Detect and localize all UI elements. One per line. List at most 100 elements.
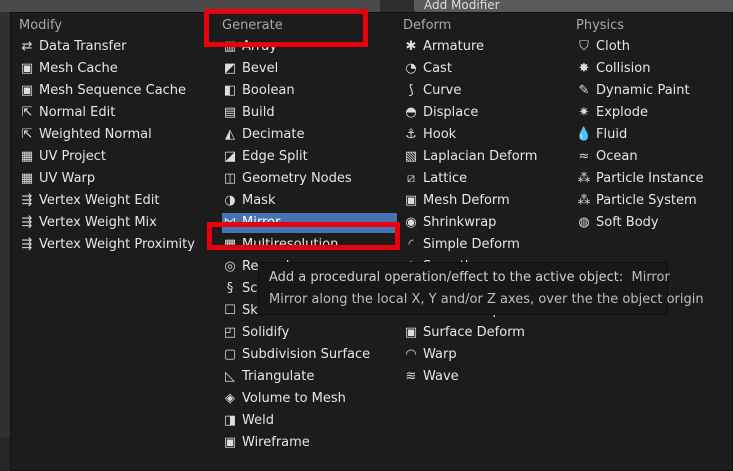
menu-item-label: Shrinkwrap [423, 215, 497, 230]
add-modifier-dropdown[interactable]: Add Modifier [414, 0, 733, 12]
menu-item-label: Wave [423, 369, 459, 384]
menu-item-label: Data Transfer [39, 39, 127, 54]
menu-item-vertex-weight-proximity[interactable]: ⇶ Vertex Weight Proximity [19, 235, 204, 255]
menu-item-label: Solidify [242, 325, 290, 340]
multiresolution-icon: ▦ [223, 237, 237, 252]
array-icon: ▥ [223, 39, 237, 54]
menu-item-simple-deform[interactable]: ◜ Simple Deform [403, 235, 568, 255]
collision-icon: ✸ [578, 61, 590, 76]
shrinkwrap-icon: ◉ [405, 215, 417, 230]
menu-item-data-transfer[interactable]: ⇄ Data Transfer [19, 37, 204, 57]
menu-item-label: Mask [242, 193, 276, 208]
menu-item-ocean[interactable]: ≈ Ocean [576, 147, 726, 167]
menu-item-uv-project[interactable]: ▦ UV Project [19, 147, 204, 167]
cloth-icon: ⛉ [579, 39, 589, 54]
menu-item-fluid[interactable]: 💧 Fluid [576, 125, 726, 145]
vertex-weight-proximity-icon: ⇶ [21, 237, 33, 252]
lattice-icon: ⧄ [406, 171, 416, 186]
menu-item-warp[interactable]: ◠ Warp [403, 345, 568, 365]
particle-system-icon: ⁂ [577, 193, 591, 208]
menu-item-vertex-weight-mix[interactable]: ⇶ Vertex Weight Mix [19, 213, 204, 233]
explode-icon: ✷ [578, 105, 590, 120]
menu-item-edge-split[interactable]: ◪ Edge Split [222, 147, 397, 167]
menu-item-label: Edge Split [242, 149, 308, 164]
menu-item-particle-instance[interactable]: ⁂ Particle Instance [576, 169, 726, 189]
tooltip-detail: Mirror along the local X, Y and/or Z axe… [269, 292, 704, 307]
menu-item-label: Mesh Sequence Cache [39, 83, 187, 98]
menu-item-soft-body[interactable]: ◍ Soft Body [576, 213, 726, 233]
menu-item-label: Vertex Weight Mix [39, 215, 157, 230]
menu-item-build[interactable]: ▤ Build [222, 103, 397, 123]
normal-edit-icon: ⇱ [21, 105, 33, 120]
menu-item-mesh-deform[interactable]: ▣ Mesh Deform [403, 191, 568, 211]
menu-item-normal-edit[interactable]: ⇱ Normal Edit [19, 103, 204, 123]
particle-instance-icon: ⁂ [577, 171, 591, 186]
menu-item-curve[interactable]: ⟆ Curve [403, 81, 568, 101]
menu-item-cloth[interactable]: ⛉ Cloth [576, 37, 726, 57]
menu-item-shrinkwrap[interactable]: ◉ Shrinkwrap [403, 213, 568, 233]
menu-item-label: Subdivision Surface [242, 347, 371, 362]
displace-icon: ◓ [405, 105, 417, 120]
menu-item-geometry-nodes[interactable]: ◫ Geometry Nodes [222, 169, 397, 189]
simple-deform-icon: ◜ [408, 237, 414, 252]
menu-item-wave[interactable]: ≋ Wave [403, 367, 568, 387]
menu-item-mirror[interactable]: ⋈ Mirror [222, 213, 397, 233]
menu-item-label: Hook [423, 127, 457, 142]
column-header-modify: Modify [19, 18, 63, 33]
data-transfer-icon: ⇄ [21, 39, 33, 54]
mirror-tooltip: Add a procedural operation/effect to the… [258, 262, 704, 315]
menu-item-label: Mirror [242, 215, 281, 230]
menu-item-surface-deform[interactable]: ▣ Surface Deform [403, 323, 568, 343]
menu-item-mesh-cache[interactable]: ▣ Mesh Cache [19, 59, 204, 79]
menu-item-mesh-sequence-cache[interactable]: ▣ Mesh Sequence Cache [19, 81, 204, 101]
menu-item-label: UV Warp [39, 171, 96, 186]
menu-item-triangulate[interactable]: ◺ Triangulate [222, 367, 397, 387]
menu-item-label: Vertex Weight Proximity [39, 237, 195, 252]
menu-item-label: Fluid [596, 127, 628, 142]
menu-item-vertex-weight-edit[interactable]: ⇶ Vertex Weight Edit [19, 191, 204, 211]
menu-item-solidify[interactable]: ◰ Solidify [222, 323, 397, 343]
triangulate-icon: ◺ [225, 369, 235, 384]
menu-item-displace[interactable]: ◓ Displace [403, 103, 568, 123]
menu-item-label: Explode [596, 105, 648, 120]
tooltip-description: Add a procedural operation/effect to the… [269, 270, 624, 285]
menu-item-laplacian-deform[interactable]: ▧ Laplacian Deform [403, 147, 568, 167]
menu-item-armature[interactable]: ✱ Armature [403, 37, 568, 57]
menu-item-volume-to-mesh[interactable]: ◈ Volume to Mesh [222, 389, 397, 409]
menu-item-label: Boolean [242, 83, 295, 98]
vertex-weight-edit-icon: ⇶ [21, 193, 33, 208]
menu-item-explode[interactable]: ✷ Explode [576, 103, 726, 123]
menu-item-cast[interactable]: ◔ Cast [403, 59, 568, 79]
wave-icon: ≋ [405, 369, 417, 384]
menu-item-label: Collision [596, 61, 651, 76]
menu-item-particle-system[interactable]: ⁂ Particle System [576, 191, 726, 211]
menu-item-subdivision-surface[interactable]: ▢ Subdivision Surface [222, 345, 397, 365]
menu-item-wireframe[interactable]: ▣ Wireframe [222, 433, 397, 453]
mesh-cache-icon: ▣ [20, 61, 34, 76]
menu-item-decimate[interactable]: ◭ Decimate [222, 125, 397, 145]
menu-item-label: Multiresolution [242, 237, 339, 252]
cast-icon: ◔ [405, 61, 417, 76]
armature-icon: ✱ [405, 39, 417, 54]
menu-item-dynamic-paint[interactable]: ✎ Dynamic Paint [576, 81, 726, 101]
menu-item-weld[interactable]: ◨ Weld [222, 411, 397, 431]
menu-item-collision[interactable]: ✸ Collision [576, 59, 726, 79]
menu-item-label: Dynamic Paint [596, 83, 690, 98]
menu-item-multiresolution[interactable]: ▦ Multiresolution [222, 235, 397, 255]
menu-item-boolean[interactable]: ◧ Boolean [222, 81, 397, 101]
mask-icon: ◑ [224, 193, 236, 208]
menu-item-mask[interactable]: ◑ Mask [222, 191, 397, 211]
menu-item-hook[interactable]: ⚓ Hook [403, 125, 568, 145]
menu-item-weighted-normal[interactable]: ⇱ Weighted Normal [19, 125, 204, 145]
menu-item-uv-warp[interactable]: ▦ UV Warp [19, 169, 204, 189]
menu-item-lattice[interactable]: ⧄ Lattice [403, 169, 568, 189]
volume-to-mesh-icon: ◈ [225, 391, 235, 406]
laplacian-deform-icon: ▧ [404, 149, 418, 164]
remesh-icon: ◎ [224, 259, 236, 274]
menu-item-bevel[interactable]: ◩ Bevel [222, 59, 397, 79]
wireframe-icon: ▣ [223, 435, 237, 450]
menu-item-array[interactable]: ▥ Array [222, 37, 397, 57]
menu-item-label: Lattice [423, 171, 468, 186]
menu-item-label: Particle System [596, 193, 697, 208]
skin-icon: ☐ [224, 303, 236, 318]
